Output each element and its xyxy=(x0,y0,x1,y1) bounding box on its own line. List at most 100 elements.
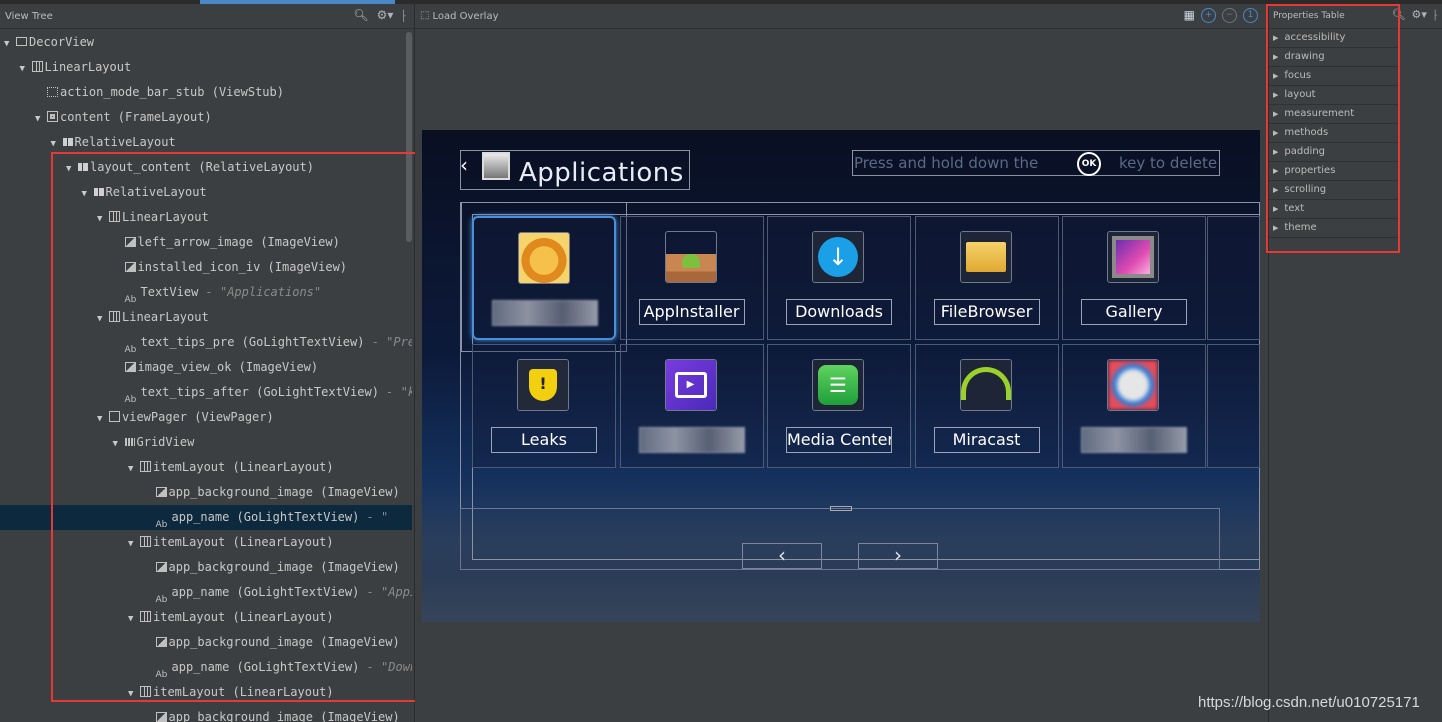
tree-node[interactable]: Abtext_tips_after (GoLightTextView) - "k… xyxy=(0,380,413,405)
device-screen[interactable]: ‹ Applications Press and hold down the O… xyxy=(422,130,1260,622)
app-tile[interactable]: Miracast xyxy=(914,344,1059,468)
property-group[interactable]: ▶ accessibility xyxy=(1269,29,1399,48)
tree-node[interactable]: image_view_ok (ImageView) xyxy=(0,355,412,380)
expand-arrow-icon[interactable]: ▼ xyxy=(128,682,140,705)
grid-toggle-icon[interactable]: ▦ xyxy=(1184,8,1195,23)
expand-arrow-icon[interactable]: ▶ xyxy=(1273,91,1278,99)
tree-node[interactable]: ▼ LinearLayout xyxy=(0,205,412,230)
tree-node[interactable]: app_background_image (ImageView) xyxy=(0,555,412,580)
tree-scrollbar[interactable] xyxy=(406,32,412,242)
property-group-label: text xyxy=(1284,203,1305,214)
app-tile[interactable]: Gallery xyxy=(1062,216,1206,340)
tree-node[interactable]: ▼ layout_content (RelativeLayout) xyxy=(0,155,412,180)
app-icon: ! xyxy=(517,359,569,411)
gear-icon[interactable]: ⚙▾ xyxy=(1412,8,1427,22)
expand-arrow-icon[interactable]: ▼ xyxy=(97,407,109,430)
tree-node[interactable]: ▼ itemLayout (LinearLayout) xyxy=(0,530,412,555)
app-tile[interactable]: ! Leaks xyxy=(472,344,616,468)
expand-arrow-icon[interactable]: ▼ xyxy=(128,532,140,555)
app-tile[interactable] xyxy=(1062,344,1206,468)
tree-node[interactable]: ▼ viewPager (ViewPager) xyxy=(0,405,412,430)
overlay-icon[interactable]: ⬚ xyxy=(420,9,429,23)
tree-node[interactable]: ▼ DecorView xyxy=(0,30,412,55)
gear-icon[interactable]: ⚙▾ xyxy=(377,8,394,22)
tree-node[interactable]: app_background_image (ImageView) xyxy=(0,705,412,722)
property-group[interactable]: ▶ text xyxy=(1269,200,1399,219)
expand-arrow-icon[interactable]: ▶ xyxy=(1273,148,1278,156)
expand-arrow-icon[interactable]: ▶ xyxy=(1273,129,1278,137)
expand-arrow-icon[interactable]: ▼ xyxy=(4,32,16,55)
expand-arrow-icon[interactable]: ▼ xyxy=(35,107,47,130)
tree-node[interactable]: ▼ RelativeLayout xyxy=(0,180,412,205)
tree-node[interactable]: Abapp_name (GoLightTextView) - " xyxy=(0,505,412,530)
search-icon[interactable]: 🔍︎ xyxy=(1392,8,1406,22)
tree-node[interactable]: ▼ itemLayout (LinearLayout) xyxy=(0,605,412,630)
expand-arrow-icon[interactable]: ▶ xyxy=(1273,205,1278,213)
tree-node[interactable]: ▼ itemLayout (LinearLayout) xyxy=(0,455,412,480)
tree-node[interactable]: installed_icon_iv (ImageView) xyxy=(0,255,412,280)
load-overlay-button[interactable]: Load Overlay xyxy=(432,11,498,22)
search-icon[interactable]: 🔍︎ xyxy=(353,8,368,22)
property-group[interactable]: ▶ measurement xyxy=(1269,105,1399,124)
expand-arrow-icon[interactable]: ▶ xyxy=(1273,224,1278,232)
expand-arrow-icon[interactable]: ▶ xyxy=(1273,72,1278,80)
expand-arrow-icon[interactable]: ▼ xyxy=(97,307,109,330)
expand-arrow-icon[interactable]: ▶ xyxy=(1273,186,1278,194)
zoom-out-icon[interactable]: − xyxy=(1222,8,1237,23)
expand-arrow-icon[interactable]: ▼ xyxy=(66,157,78,180)
property-group[interactable]: ▶ methods xyxy=(1269,124,1399,143)
expand-arrow-icon[interactable]: ▼ xyxy=(20,57,32,80)
next-page-button[interactable]: › xyxy=(858,543,938,569)
tree-node[interactable]: app_background_image (ImageView) xyxy=(0,630,412,655)
expand-arrow-icon[interactable]: ▼ xyxy=(113,432,125,455)
expand-arrow-icon[interactable]: ▶ xyxy=(1273,110,1278,118)
zoom-in-icon[interactable]: + xyxy=(1201,8,1216,23)
zoom-fit-icon[interactable]: 1 xyxy=(1243,8,1258,23)
app-tile[interactable]: FileBrowser xyxy=(914,216,1059,340)
expand-arrow-icon[interactable]: ▶ xyxy=(1273,53,1278,61)
tree-node[interactable]: ▼ LinearLayout xyxy=(0,55,412,80)
property-group[interactable]: ▶ properties xyxy=(1269,162,1399,181)
expand-arrow-icon[interactable]: ▼ xyxy=(97,207,109,230)
tree-node[interactable]: ▼ RelativeLayout xyxy=(0,130,412,155)
tree-node[interactable]: Abapp_name (GoLightTextView) - "Downl xyxy=(0,655,413,680)
watermark: https://blog.csdn.net/u010725171 xyxy=(1198,694,1420,711)
expand-arrow-icon[interactable]: ▼ xyxy=(128,457,140,480)
app-tile[interactable]: ↓ Downloads xyxy=(767,216,911,340)
tree-node[interactable]: Abtext_tips_pre (GoLightTextView) - "Pre… xyxy=(0,330,413,355)
tree-node[interactable]: ▼ GridView xyxy=(0,430,412,455)
expand-arrow-icon[interactable]: ▶ xyxy=(1273,34,1278,42)
property-group[interactable]: ▶ scrolling xyxy=(1269,181,1399,200)
app-tile[interactable]: ▶ xyxy=(619,344,764,468)
property-group[interactable]: ▶ layout xyxy=(1269,86,1399,105)
prev-page-button[interactable]: ‹ xyxy=(742,543,822,569)
tree-node[interactable]: ▼ itemLayout (LinearLayout) xyxy=(0,680,412,705)
pin-icon[interactable]: ⸠ xyxy=(1433,8,1439,22)
property-group-label: measurement xyxy=(1284,108,1355,119)
property-group[interactable]: ▶ drawing xyxy=(1269,48,1399,67)
app-tile[interactable]: AppInstaller xyxy=(619,216,764,340)
ok-key-icon: OK xyxy=(1077,152,1101,176)
tree-node[interactable]: AbTextView - "Applications" xyxy=(0,280,412,305)
tree-node[interactable]: ▼ LinearLayout xyxy=(0,305,412,330)
tree-node[interactable]: Abapp_name (GoLightTextView) - "AppIn xyxy=(0,580,413,605)
tree-node[interactable]: app_background_image (ImageView) xyxy=(0,480,412,505)
left-arrow-icon[interactable]: ‹ xyxy=(460,150,470,180)
app-name-label: AppInstaller xyxy=(638,299,745,325)
expand-arrow-icon[interactable]: ▼ xyxy=(128,607,140,630)
expand-arrow-icon[interactable]: ▼ xyxy=(51,132,63,155)
node-type-icon: Ab xyxy=(124,394,137,405)
tree-node[interactable]: left_arrow_image (ImageView) xyxy=(0,230,412,255)
pin-icon[interactable]: ⸠ xyxy=(401,8,408,22)
property-group[interactable]: ▶ padding xyxy=(1269,143,1399,162)
tree-node[interactable]: action_mode_bar_stub (ViewStub) xyxy=(0,80,412,105)
app-tile-partial[interactable] xyxy=(1207,216,1260,340)
tree-node[interactable]: ▼ content (FrameLayout) xyxy=(0,105,412,130)
property-group[interactable]: ▶ theme xyxy=(1269,219,1399,238)
expand-arrow-icon[interactable]: ▼ xyxy=(82,182,94,205)
property-group[interactable]: ▶ focus xyxy=(1269,67,1399,86)
app-tile[interactable] xyxy=(472,216,616,340)
expand-arrow-icon[interactable]: ▶ xyxy=(1273,167,1278,175)
app-tile-partial[interactable] xyxy=(1207,344,1260,468)
app-tile[interactable]: ☰ Media Center xyxy=(767,344,911,468)
